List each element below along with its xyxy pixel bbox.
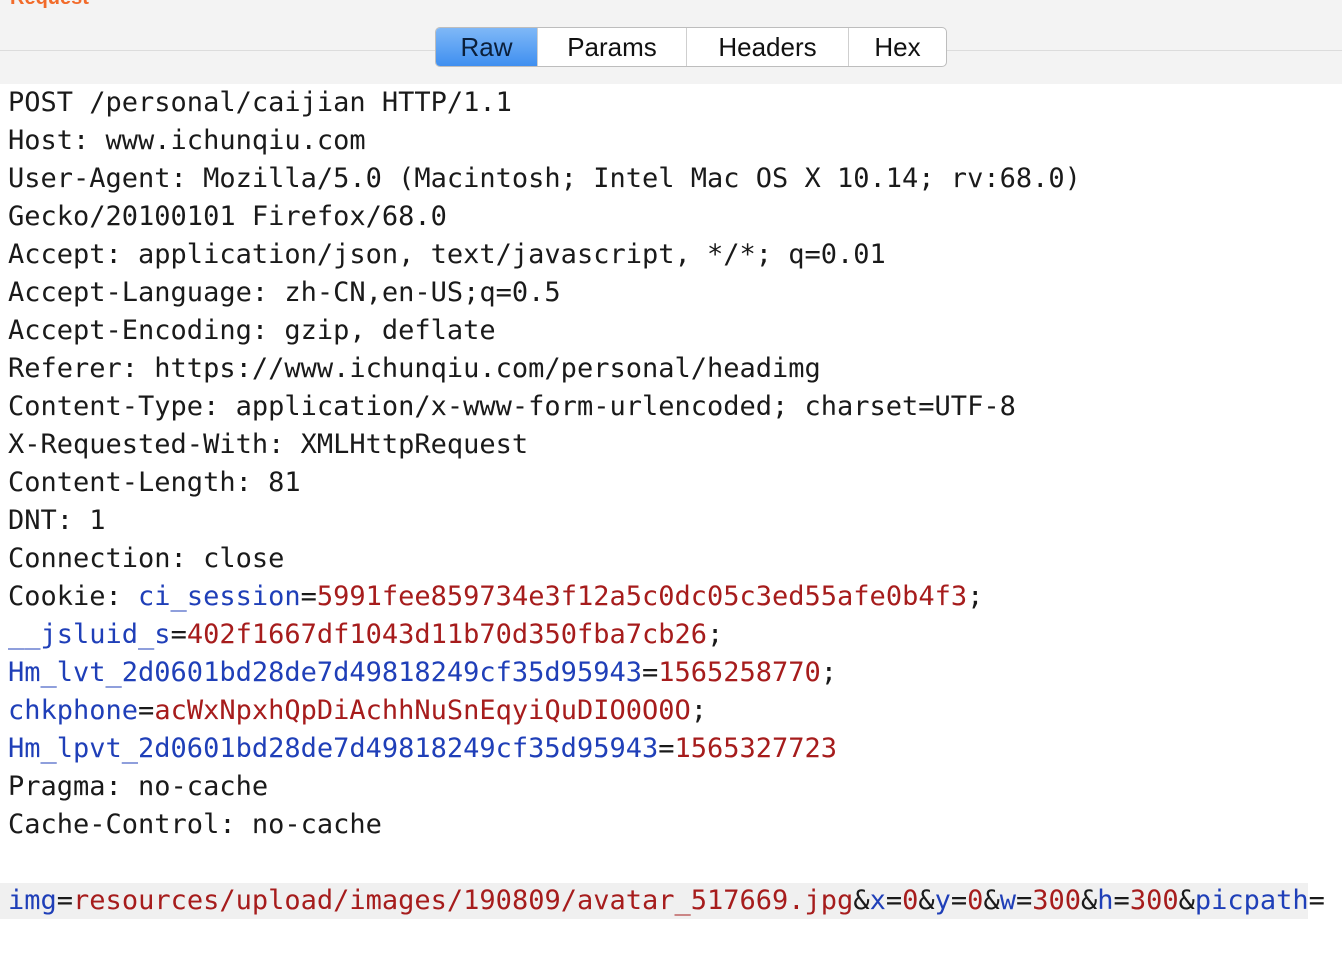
raw-request-editor[interactable]: POST /personal/caijian HTTP/1.1 Host: ww… [0,84,1342,958]
body-param-name: img [8,885,57,916]
request-body: img=resources/upload/images/190809/avata… [8,885,1325,916]
cookie-separator: ; [967,581,984,612]
cookie-name: Hm_lpvt_2d0601bd28de7d49818249cf35d95943 [8,733,659,764]
header-accept: Accept: application/json, text/javascrip… [8,239,886,270]
body-param-value: resources/upload/images/190809/avatar_51… [73,885,854,916]
cookie-value: 1565327723 [674,733,838,764]
body-param-value: 0 [967,885,984,916]
body-param-name: h [1097,885,1114,916]
cookie-value: 5991fee859734e3f12a5c0dc05c3ed55afe0b4f3 [316,581,968,612]
body-param-name: x [869,885,886,916]
body-param-value: 0 [902,885,919,916]
tab-raw[interactable]: Raw [436,28,537,66]
header-user-agent-cont: Gecko/20100101 Firefox/68.0 [8,201,447,232]
cookie-line: chkphone=acWxNpxhQpDiAchhNuSnEqyiQuDIO0O… [8,695,708,726]
header-content-type: Content-Type: application/x-www-form-url… [8,391,1016,422]
header-accept-encoding: Accept-Encoding: gzip, deflate [8,315,496,346]
cookie-prefix: Cookie: [8,581,139,612]
header-pragma: Pragma: no-cache [8,771,269,802]
tab-params[interactable]: Params [537,28,686,66]
cookie-value: 402f1667df1043d11b70d350fba7cb26 [186,619,707,650]
view-tabs: Raw Params Headers Hex [435,27,947,67]
tab-hex[interactable]: Hex [848,28,946,66]
header-cookie: Cookie: ci_session=5991fee859734e3f12a5c… [8,581,984,612]
cookie-name: chkphone [8,695,139,726]
cookie-separator: ; [707,619,724,650]
body-param-name: picpath [1194,885,1309,916]
cookie-separator: ; [820,657,838,688]
header-host: Host: www.ichunqiu.com [8,125,366,156]
header-accept-language: Accept-Language: zh-CN,en-US;q=0.5 [8,277,561,308]
cookie-value: acWxNpxhQpDiAchhNuSnEqyiQuDIO0O0O [154,695,691,726]
request-line: POST /personal/caijian HTTP/1.1 [8,87,512,118]
cookie-line: __jsluid_s=402f1667df1043d11b70d350fba7c… [8,619,724,650]
header-content-length: Content-Length: 81 [8,467,301,498]
header-cache-control: Cache-Control: no-cache [8,809,382,840]
body-param-value: 300 [1129,885,1179,916]
body-param-name: w [999,885,1016,916]
cookie-line: Hm_lvt_2d0601bd28de7d49818249cf35d95943=… [8,657,838,688]
cookie-name: ci_session [138,581,301,612]
header-referer: Referer: https://www.ichunqiu.com/person… [8,353,821,384]
header-x-requested-with: X-Requested-With: XMLHttpRequest [8,429,529,460]
header-connection: Connection: close [8,543,285,574]
top-strip: Request Raw Params Headers Hex [0,0,1342,84]
body-param-value: 300 [1032,885,1082,916]
cookie-separator: ; [690,695,708,726]
cookie-line: Hm_lpvt_2d0601bd28de7d49818249cf35d95943… [8,733,838,764]
section-label: Request [10,0,89,8]
header-dnt: DNT: 1 [8,505,106,536]
cookie-name: __jsluid_s [8,619,171,650]
body-param-name: y [934,885,951,916]
tab-headers[interactable]: Headers [686,28,848,66]
cookie-name: Hm_lvt_2d0601bd28de7d49818249cf35d95943 [8,657,642,688]
cookie-value: 1565258770 [658,657,821,688]
header-user-agent: User-Agent: Mozilla/5.0 (Macintosh; Inte… [8,163,1081,194]
